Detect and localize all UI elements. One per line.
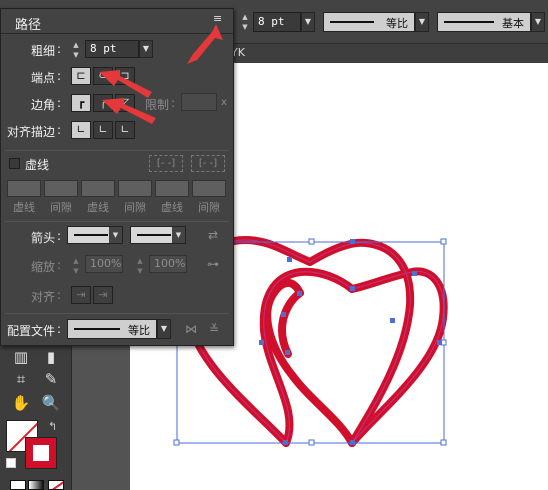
start-scale-stepper[interactable]: ▲ ▼ — [71, 256, 81, 276]
align-center-icon[interactable]: ∟ — [71, 121, 91, 139]
end-arrowhead-select[interactable]: ▼ — [130, 226, 186, 244]
panel-title-divider — [1, 33, 233, 34]
hand-tool-icon[interactable]: ✋ — [8, 392, 34, 414]
arrowhead-label: 箭头 — [31, 231, 56, 245]
dash-field-2[interactable] — [81, 180, 115, 197]
profile-select[interactable]: 等比 — [67, 319, 157, 339]
stroke-weight-dropdown[interactable]: ▼ — [301, 12, 315, 32]
align-arrow-label-colon: : — [57, 288, 62, 302]
projecting-cap-icon[interactable]: ⊐ — [115, 67, 135, 85]
arrow-place-icon[interactable]: ⇥ — [93, 286, 113, 304]
profile-label-colon: : — [57, 322, 62, 336]
weight-dropdown[interactable]: ▼ — [139, 40, 153, 58]
stroke-weight-stepper[interactable]: ▲ ▼ — [240, 12, 250, 32]
default-colors-icon[interactable] — [6, 458, 16, 468]
weight-field[interactable]: 8 pt — [85, 40, 139, 58]
align-stroke-label: 对齐描边 — [7, 125, 56, 139]
align-arrow-label: 对齐 — [31, 290, 56, 304]
end-scale-field[interactable]: 100% — [149, 255, 187, 273]
swap-arrowheads-icon[interactable]: ⇄ — [208, 228, 218, 242]
limit-suffix: x — [221, 97, 227, 108]
link-scale-icon[interactable]: ⊶ — [207, 257, 219, 271]
flip-along-icon[interactable]: ⋈ — [185, 322, 197, 336]
gap-field-3[interactable] — [192, 180, 226, 197]
swap-fill-stroke-icon[interactable]: ↰ — [48, 420, 57, 433]
arrow-extend-icon[interactable]: ⇥ — [71, 286, 91, 304]
stroke-panel-title: 路径 — [15, 18, 42, 33]
panel-menu-icon[interactable]: ≡ — [213, 12, 222, 25]
flip-across-icon[interactable]: ≚ — [209, 322, 219, 336]
align-outside-icon[interactable]: ∟ — [115, 121, 135, 139]
scale-label-colon: : — [57, 258, 62, 272]
profile-select-label: 等比 — [128, 324, 150, 337]
column-graph-icon[interactable]: ▮ — [38, 346, 64, 368]
weight-label: 粗细 — [31, 44, 56, 58]
artboard-tool-icon[interactable]: ⌗ — [8, 368, 34, 390]
none-mode-icon[interactable] — [48, 480, 64, 490]
variable-width-dropdown[interactable]: ▼ — [415, 12, 429, 32]
corner-label: 边角 — [31, 98, 56, 112]
round-join-icon[interactable]: ╭ — [93, 94, 113, 112]
start-arrowhead-select[interactable]: ▼ — [67, 226, 123, 244]
stroke-color-box[interactable] — [25, 437, 57, 469]
cap-label: 端点 — [31, 71, 56, 85]
divider — [5, 221, 229, 222]
profile-label: 配置文件 — [7, 324, 56, 338]
end-scale-stepper[interactable]: ▲ ▼ — [135, 256, 145, 276]
brush-definition-label: 基本 — [502, 17, 524, 30]
graph-tool-icon[interactable]: ▥ — [8, 346, 34, 368]
divider — [5, 150, 229, 151]
butt-cap-icon[interactable]: ⊏ — [71, 67, 91, 85]
weight-label-colon: : — [57, 42, 62, 56]
dash-field-1[interactable] — [7, 180, 41, 197]
gap-label-2: 间隙 — [124, 201, 146, 214]
stroke-panel: 路径 ≡ 粗细 : ▲ ▼ 8 pt ▼ 端点 : ⊏ ⊂ ⊐ 边角 : ┏ ╭ … — [0, 8, 234, 346]
miter-join-icon[interactable]: ┏ — [71, 94, 91, 112]
dash-label-3: 虚线 — [161, 201, 183, 214]
color-mode-icon[interactable] — [10, 480, 26, 490]
brush-definition[interactable]: 基本 — [437, 12, 531, 32]
limit-label-colon: : — [171, 96, 176, 110]
align-stroke-label-colon: : — [57, 123, 62, 137]
dash-label-1: 虚线 — [13, 201, 35, 214]
stroke-weight-field[interactable]: 8 pt — [253, 12, 301, 32]
gradient-mode-icon[interactable] — [28, 480, 44, 490]
gap-field-1[interactable] — [44, 180, 78, 197]
align-dash-icon[interactable]: [- -] — [191, 155, 225, 172]
weight-stepper[interactable]: ▲ ▼ — [71, 40, 81, 60]
gap-field-2[interactable] — [118, 180, 152, 197]
profile-dropdown[interactable]: ▼ — [157, 319, 171, 339]
arrowhead-label-colon: : — [57, 229, 62, 243]
round-cap-icon[interactable]: ⊂ — [93, 67, 113, 85]
heart-curl-stroke[interactable] — [277, 289, 304, 358]
dashed-line-label: 虚线 — [25, 158, 50, 172]
dash-field-3[interactable] — [155, 180, 189, 197]
gap-label-3: 间隙 — [198, 201, 220, 214]
dashed-line-checkbox[interactable] — [9, 158, 20, 169]
dash-label-2: 虚线 — [87, 201, 109, 214]
bevel-join-icon[interactable]: ◸ — [115, 94, 135, 112]
miter-limit-field[interactable] — [181, 93, 217, 111]
slice-tool-icon[interactable]: ✎ — [38, 368, 64, 390]
scale-label: 缩放 — [31, 260, 56, 274]
divider — [5, 313, 229, 314]
tools-panel: ▥ ▮ ⌗ ✎ ✋ 🔍 ↰ — [0, 340, 72, 490]
variable-width-profile-label: 等比 — [386, 17, 408, 30]
corner-label-colon: : — [57, 96, 62, 110]
align-inside-icon[interactable]: ∟ — [93, 121, 113, 139]
preserve-dash-icon[interactable]: [- -] — [149, 155, 183, 172]
gap-label-1: 间隙 — [50, 201, 72, 214]
zoom-tool-icon[interactable]: 🔍 — [38, 392, 64, 414]
limit-label: 限制 — [145, 98, 170, 112]
variable-width-profile[interactable]: 等比 — [323, 12, 415, 32]
start-scale-field[interactable]: 100% — [85, 255, 123, 273]
cap-label-colon: : — [57, 69, 62, 83]
brush-definition-dropdown[interactable]: ▼ — [531, 12, 545, 32]
